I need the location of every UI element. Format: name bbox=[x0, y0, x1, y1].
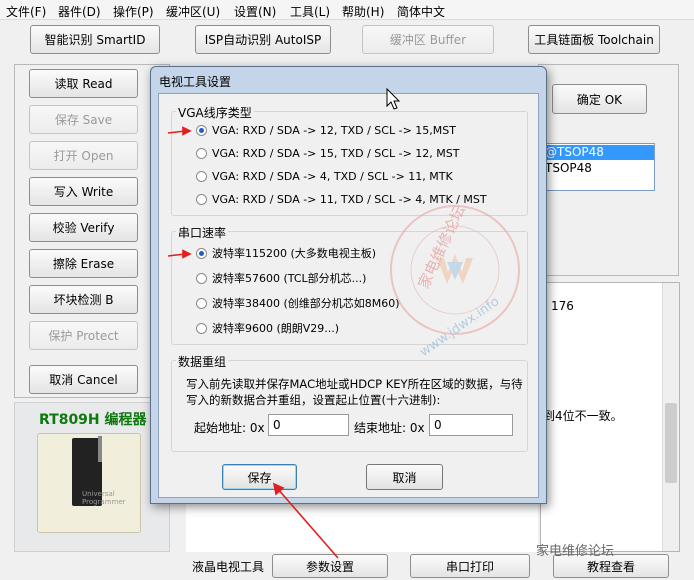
radio-icon bbox=[196, 297, 207, 309]
baud-option-1[interactable]: 波特率115200 (大多数电视主板) bbox=[196, 245, 376, 261]
start-address-label: 起始地址: 0x bbox=[194, 421, 265, 435]
cancel-button[interactable]: 取消 Cancel bbox=[29, 365, 138, 394]
photo-title: RT809H 编程器 bbox=[39, 412, 147, 428]
log-panel: 176 到4位不一致。 bbox=[540, 282, 680, 552]
vga-group-title: VGA线序类型 bbox=[176, 104, 254, 121]
tv-tool-settings-dialog: 电视工具设置 VGA线序类型 VGA: RXD / SDA -> 12, TXD… bbox=[150, 66, 547, 504]
chip-list[interactable]: @TSOP48 TSOP48 bbox=[540, 143, 655, 191]
buffer-button[interactable]: 缓冲区 Buffer bbox=[362, 25, 494, 54]
baud-group-title: 串口速率 bbox=[176, 224, 229, 241]
confirm-ok-button[interactable]: 确定 OK bbox=[552, 84, 647, 114]
write-button[interactable]: 写入 Write bbox=[29, 177, 138, 206]
menu-tools[interactable]: 工具(L) bbox=[290, 3, 330, 20]
programmer-label: Universal Programmer bbox=[82, 490, 126, 506]
read-button[interactable]: 读取 Read bbox=[29, 69, 138, 98]
radio-checked-icon bbox=[196, 125, 207, 136]
log-line: 176 bbox=[551, 299, 574, 313]
data-regroup-title: 数据重组 bbox=[176, 353, 229, 370]
dialog-cancel-button[interactable]: 取消 bbox=[366, 464, 443, 490]
regroup-description-1: 写入前先读取并保存MAC地址或HDCP KEY所在区域的数据，与待 bbox=[186, 377, 523, 391]
open-button[interactable]: 打开 Open bbox=[29, 141, 138, 170]
toolchain-button[interactable]: 工具链面板 Toolchain bbox=[528, 25, 660, 54]
auto-isp-button[interactable]: ISP自动识别 AutoISP bbox=[195, 25, 331, 54]
regroup-description-2: 写入的新数据合并重组，设置起止位置(十六进制): bbox=[186, 393, 441, 407]
baud-group: 串口速率 波特率115200 (大多数电视主板) 波特率57600 (TCL部分… bbox=[171, 224, 528, 345]
radio-checked-icon bbox=[196, 247, 207, 259]
baud-option-3[interactable]: 波特率38400 (创维部分机芯如8M60) bbox=[196, 295, 400, 311]
dialog-save-button[interactable]: 保存 bbox=[222, 464, 297, 490]
menu-language[interactable]: 简体中文 bbox=[397, 3, 445, 20]
end-address-input[interactable]: 0 bbox=[429, 414, 513, 436]
start-address-input[interactable]: 0 bbox=[268, 414, 349, 436]
radio-icon bbox=[196, 194, 207, 205]
vga-group: VGA线序类型 VGA: RXD / SDA -> 12, TXD / SCL … bbox=[171, 104, 528, 216]
radio-icon bbox=[196, 148, 207, 159]
erase-button[interactable]: 擦除 Erase bbox=[29, 249, 138, 278]
list-item[interactable]: @TSOP48 bbox=[541, 145, 654, 160]
vga-option-4[interactable]: VGA: RXD / SDA -> 11, TXD / SCL -> 4, MT… bbox=[196, 193, 487, 206]
scroll-thumb[interactable] bbox=[665, 403, 677, 483]
menu-settings[interactable]: 设置(N) bbox=[234, 3, 276, 20]
programmer-device: Universal Programmer bbox=[37, 433, 141, 533]
protect-button[interactable]: 保护 Protect bbox=[29, 321, 138, 350]
radio-icon bbox=[196, 272, 207, 284]
serial-print-button[interactable]: 串口打印 bbox=[410, 554, 530, 578]
menu-operation[interactable]: 操作(P) bbox=[113, 3, 154, 20]
zif-lever bbox=[98, 436, 102, 462]
baud-option-2[interactable]: 波特率57600 (TCL部分机芯...) bbox=[196, 270, 366, 286]
social-watermark: 家电维修论坛 bbox=[536, 544, 615, 559]
verify-button[interactable]: 校验 Verify bbox=[29, 213, 138, 242]
programmer-photo: RT809H 编程器 Universal Programmer bbox=[14, 402, 170, 552]
menu-help[interactable]: 帮助(H) bbox=[342, 3, 384, 20]
dialog-title: 电视工具设置 bbox=[159, 75, 232, 89]
end-address-label: 结束地址: 0x bbox=[354, 421, 425, 435]
log-line: 到4位不一致。 bbox=[543, 409, 623, 423]
menu-buffer[interactable]: 缓冲区(U) bbox=[166, 3, 220, 20]
blank-check-button[interactable]: 坏块检测 B bbox=[29, 285, 138, 314]
smart-id-button[interactable]: 智能识别 SmartID bbox=[30, 25, 160, 54]
dialog-client-area: VGA线序类型 VGA: RXD / SDA -> 12, TXD / SCL … bbox=[158, 93, 539, 498]
vga-option-2[interactable]: VGA: RXD / SDA -> 15, TXD / SCL -> 12, M… bbox=[196, 147, 459, 160]
lcd-tv-tool-label: 液晶电视工具 bbox=[192, 560, 265, 574]
menu-device[interactable]: 器件(D) bbox=[58, 3, 101, 20]
save-button[interactable]: 保存 Save bbox=[29, 105, 138, 134]
vga-option-3[interactable]: VGA: RXD / SDA -> 4, TXD / SCL -> 11, MT… bbox=[196, 170, 453, 183]
list-item[interactable]: TSOP48 bbox=[541, 161, 654, 176]
log-scrollbar[interactable] bbox=[662, 283, 679, 551]
menu-bar: 文件(F) 器件(D) 操作(P) 缓冲区(U) 设置(N) 工具(L) 帮助(… bbox=[0, 0, 694, 20]
radio-icon bbox=[196, 322, 207, 334]
baud-option-4[interactable]: 波特率9600 (朗朗V29...) bbox=[196, 320, 339, 336]
data-regroup-group: 数据重组 写入前先读取并保存MAC地址或HDCP KEY所在区域的数据，与待 写… bbox=[171, 353, 528, 452]
params-settings-button[interactable]: 参数设置 bbox=[272, 554, 388, 578]
vga-option-1[interactable]: VGA: RXD / SDA -> 12, TXD / SCL -> 15,MS… bbox=[196, 124, 456, 137]
radio-icon bbox=[196, 171, 207, 182]
menu-file[interactable]: 文件(F) bbox=[6, 3, 46, 20]
